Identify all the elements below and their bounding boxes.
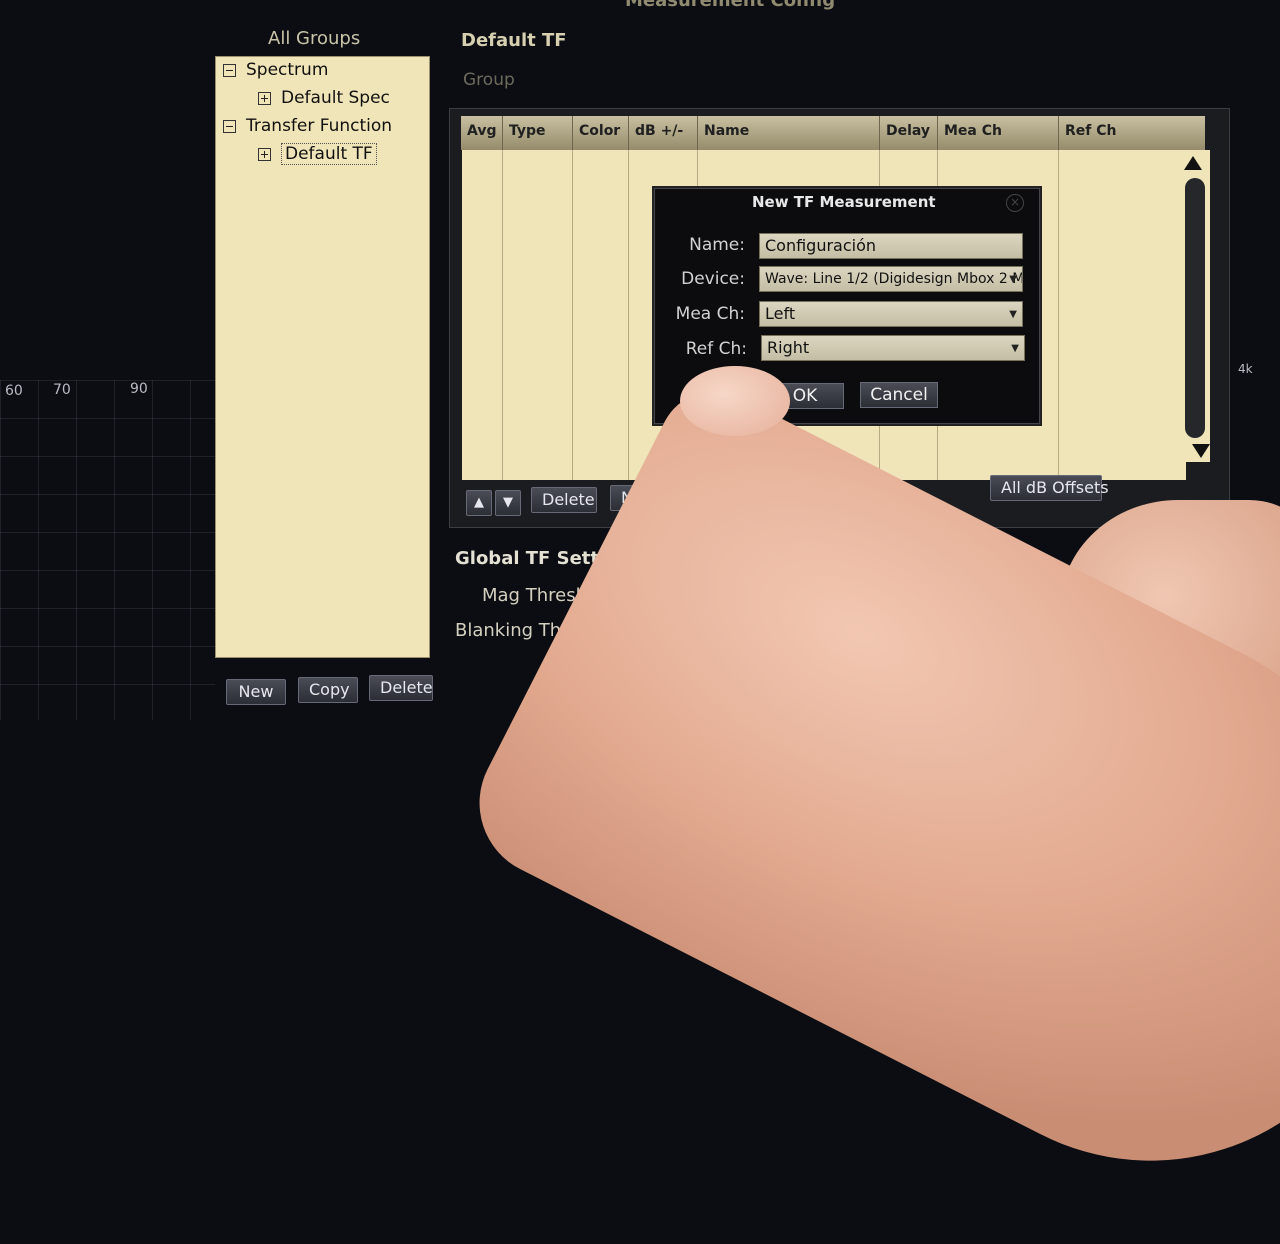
column-header-db[interactable]: dB +/- [629, 116, 698, 150]
option-select[interactable]: None [1132, 528, 1192, 550]
all-db-offsets-button[interactable]: All dB Offsets [990, 475, 1109, 501]
scroll-down-icon[interactable] [1192, 444, 1210, 458]
tree-item-label: Transfer Function [246, 116, 393, 136]
ref-ch-label: Ref Ch: [685, 339, 747, 359]
close-icon[interactable]: × [1006, 194, 1024, 212]
cancel-button[interactable]: Cancel [860, 382, 938, 408]
table-column [1059, 150, 1186, 480]
blanking-threshold-label: Blanking Threshold: [455, 620, 634, 641]
global-tf-settings-title: Global TF Settings [455, 548, 642, 569]
axis-tick: 90 [130, 381, 148, 397]
blanking-threshold-unit: % [681, 617, 699, 638]
mea-ch-label: Mea Ch: [675, 304, 745, 324]
delete-measurement-button[interactable]: Delete [531, 487, 597, 513]
scrollbar-thumb[interactable] [1185, 178, 1205, 438]
column-header-delay[interactable]: Delay [880, 116, 938, 150]
table-column [573, 150, 629, 480]
table-column [503, 150, 573, 480]
device-select[interactable]: Wave: Line 1/2 (Digidesign Mbox 2 Min ▼ [759, 266, 1023, 292]
ref-ch-value: Right [767, 338, 810, 357]
chevron-down-icon: ▼ [1009, 309, 1017, 320]
column-header-mea-ch[interactable]: Mea Ch [938, 116, 1059, 150]
tree-item-label: Default Spec [281, 88, 390, 108]
averaging-label: Averaging: [763, 577, 860, 598]
table-header: Avg Type Color dB +/- Name Delay Mea Ch … [461, 116, 1205, 150]
tree-item-transfer-function[interactable]: Transfer Function [223, 116, 392, 136]
column-header-avg[interactable]: Avg [461, 116, 503, 150]
axis-tick: 70 [53, 382, 71, 398]
device-label: Device: [681, 269, 745, 289]
new-group-button[interactable]: New [226, 679, 286, 705]
mag-threshold-label: Mag Threshold: [482, 585, 621, 606]
page-title: Default TF [461, 30, 567, 51]
groups-heading: All Groups [268, 28, 361, 49]
ok-button[interactable]: OK [766, 383, 844, 409]
chevron-down-icon: ▼ [1009, 274, 1017, 285]
mag-avg-type-select[interactable]: Polar [856, 606, 926, 634]
column-header-ref-ch[interactable]: Ref Ch [1059, 116, 1177, 150]
device-value: Wave: Line 1/2 (Digidesign Mbox 2 Min [765, 271, 1023, 287]
axis-tick: 4k [1238, 362, 1253, 376]
group-label: Group [463, 70, 515, 90]
averaging-select[interactable] [855, 575, 885, 603]
mea-ch-value: Left [765, 304, 796, 323]
collapse-icon[interactable] [223, 119, 236, 133]
expand-icon[interactable] [258, 147, 271, 161]
blanking-threshold-input[interactable]: 20 [622, 615, 677, 643]
column-header-color[interactable]: Color [573, 116, 629, 150]
background-spectrum-grid [0, 380, 215, 720]
name-input[interactable]: Configuración [759, 233, 1023, 259]
delete-group-button[interactable]: Delete [369, 675, 433, 701]
tree-item-label: Spectrum [246, 60, 329, 80]
expand-icon[interactable] [258, 91, 271, 105]
collapse-icon[interactable] [223, 63, 236, 77]
name-label: Name: [689, 235, 745, 255]
table-column [462, 150, 503, 480]
mag-avg-type-label: Mag Avg Type: [730, 612, 861, 633]
tree-item-default-tf[interactable]: Default TF [258, 143, 377, 165]
new-tf-measurement-button[interactable]: New TF Measure [610, 485, 758, 511]
scroll-up-icon[interactable] [1184, 156, 1202, 170]
move-down-button[interactable]: ▼ [495, 490, 521, 516]
mag-threshold-input[interactable]: -70 [621, 580, 676, 608]
copy-group-button[interactable]: Copy [298, 677, 358, 703]
column-header-name[interactable]: Name [698, 116, 880, 150]
move-up-button[interactable]: ▲ [466, 490, 492, 516]
mag-threshold-unit: dB [681, 582, 705, 603]
tree-item-spectrum[interactable]: Spectrum [223, 60, 328, 80]
chevron-down-icon: ▼ [1011, 343, 1019, 354]
tree-item-default-spec[interactable]: Default Spec [258, 88, 390, 108]
tree-item-label: Default TF [281, 143, 377, 165]
axis-tick: 60 [5, 383, 23, 399]
mea-ch-select[interactable]: Left ▼ [759, 301, 1023, 327]
ref-ch-select[interactable]: Right ▼ [761, 335, 1025, 361]
window-title: Measurement Config [625, 0, 836, 11]
dialog-title: New TF Measurement [752, 193, 936, 211]
column-header-type[interactable]: Type [503, 116, 573, 150]
